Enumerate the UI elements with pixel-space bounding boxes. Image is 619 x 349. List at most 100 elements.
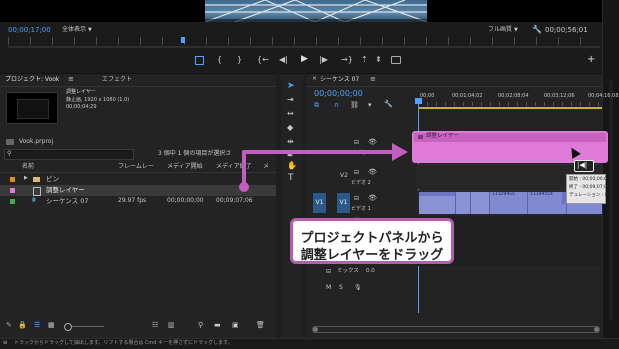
zoom-slider-handle[interactable] bbox=[64, 323, 72, 331]
row-media-start: 00;00;00;00 bbox=[167, 197, 204, 204]
razor-tool-icon[interactable]: ◆ bbox=[287, 124, 293, 132]
timeline-ruler[interactable]: 00;00 00;01;04;02 00;02;08;04 00;03;12;0… bbox=[418, 92, 619, 110]
playhead-handle[interactable] bbox=[415, 98, 422, 104]
chevron-down-icon: ▼ bbox=[513, 27, 518, 33]
track-sync-lock-icon[interactable]: ⊟ bbox=[354, 170, 359, 176]
table-row[interactable]: ▶ ビン bbox=[0, 174, 276, 185]
close-icon[interactable]: × bbox=[312, 76, 317, 82]
track-sync-lock-icon[interactable]: ⊟ bbox=[354, 140, 359, 146]
right-panel-edge bbox=[602, 0, 619, 338]
column-name[interactable]: 名前 bbox=[22, 164, 34, 170]
trash-icon[interactable]: 🗑 bbox=[256, 322, 265, 329]
add-marker-icon[interactable]: ▾ bbox=[368, 102, 372, 109]
monitor-scroll-track[interactable] bbox=[8, 46, 600, 48]
work-area-bar[interactable] bbox=[418, 107, 602, 109]
track-sync-lock-icon[interactable]: ⊟ bbox=[326, 269, 331, 275]
column-media-start[interactable]: メディア開始 bbox=[167, 164, 203, 170]
settings-wrench-icon[interactable]: 🔧 bbox=[384, 101, 393, 108]
scroll-handle-left[interactable] bbox=[313, 327, 318, 332]
fit-dropdown[interactable]: 全体表示 ▼ bbox=[62, 27, 92, 33]
timeline-timecode[interactable]: 00;00;00;00 bbox=[314, 90, 363, 98]
pen-tool-icon[interactable]: ✒ bbox=[287, 152, 294, 160]
track-select-tool-icon[interactable]: ⇥ bbox=[287, 96, 294, 104]
track-sync-lock-icon[interactable]: ⊟ bbox=[354, 196, 359, 202]
go-to-in-icon[interactable]: {← bbox=[257, 56, 269, 64]
column-extra[interactable]: メ bbox=[263, 164, 269, 170]
quality-dropdown[interactable]: フル画質 ▼ bbox=[488, 27, 518, 33]
project-tabs: プロジェクト: Vook ≡ エフェクト bbox=[0, 74, 276, 87]
project-search-field[interactable]: ⚲ bbox=[4, 149, 134, 160]
eye-icon[interactable]: 👁 bbox=[368, 139, 377, 146]
project-column-headers: 名前 フレームレー メディア開始 メディア終了 メ bbox=[0, 162, 276, 173]
hamburger-menu-icon[interactable]: ≡ bbox=[68, 76, 74, 83]
wrench-icon[interactable]: 🔧 bbox=[532, 26, 542, 34]
list-view-icon[interactable]: ☰ bbox=[34, 322, 40, 329]
row-media-end: 00;09;07;06 bbox=[216, 197, 253, 204]
adjustment-layer-clip-ghost[interactable]: 調整レイヤー bbox=[412, 131, 608, 163]
column-frame-rate[interactable]: フレームレー bbox=[118, 164, 154, 170]
eye-icon[interactable]: 👁 bbox=[368, 195, 377, 202]
monitor-video-frame bbox=[205, 0, 427, 22]
camera-icon[interactable] bbox=[391, 56, 401, 64]
insert-cursor-glyph: |◀| bbox=[577, 161, 588, 169]
linked-selection-icon[interactable]: ⛓ bbox=[350, 102, 359, 109]
type-tool-icon[interactable]: T bbox=[288, 174, 294, 183]
mute-icon[interactable]: M bbox=[326, 285, 331, 291]
table-row[interactable]: ⩩ シーケンス 07 29.97 fps 00;00;00;00 00;09;0… bbox=[0, 196, 276, 207]
track-label[interactable]: V2 bbox=[340, 173, 348, 179]
clip-label: 11329955 bbox=[492, 192, 515, 197]
hamburger-menu-icon[interactable]: ≡ bbox=[370, 76, 376, 83]
pencil-icon[interactable]: ✎ bbox=[6, 322, 12, 329]
hand-tool-icon[interactable]: ✋ bbox=[287, 162, 297, 170]
slip-tool-icon[interactable]: ⇹ bbox=[287, 138, 294, 146]
sort-icon[interactable]: ☷ bbox=[152, 322, 158, 329]
scroll-handle-right[interactable] bbox=[594, 327, 599, 332]
mix-value: 0.0 bbox=[366, 268, 375, 274]
v1-clip[interactable]: 11329955 bbox=[490, 192, 528, 214]
step-back-icon[interactable]: ◀| bbox=[279, 56, 288, 64]
icon-view-icon[interactable]: ▦ bbox=[48, 322, 55, 329]
tab-effects[interactable]: エフェクト bbox=[102, 77, 132, 83]
in-point-icon[interactable]: { bbox=[217, 56, 222, 64]
marker-icon[interactable] bbox=[195, 56, 204, 65]
monitor-playhead[interactable] bbox=[181, 37, 185, 43]
find-icon[interactable]: ⚲ bbox=[198, 322, 203, 329]
timeline-horizontal-scrollbar[interactable] bbox=[312, 326, 600, 333]
ruler-tick-label: 00;02;08;04 bbox=[498, 93, 529, 99]
new-bin-icon[interactable]: ▬ bbox=[214, 322, 221, 329]
ripple-edit-tool-icon[interactable]: ↔ bbox=[287, 110, 294, 118]
lift-icon[interactable]: ⇡ bbox=[361, 56, 368, 64]
monitor-current-timecode[interactable]: 00;00;17;00 bbox=[8, 27, 51, 34]
table-row-selected[interactable]: 調整レイヤー bbox=[0, 185, 276, 196]
v1-clip[interactable] bbox=[419, 192, 456, 214]
play-icon[interactable]: ▶ bbox=[301, 55, 308, 64]
chevron-right-icon[interactable]: ▶ bbox=[24, 176, 28, 181]
column-media-end[interactable]: メディア終了 bbox=[216, 164, 252, 170]
label-color-swatch bbox=[10, 188, 15, 193]
new-item-icon[interactable]: ▣ bbox=[232, 322, 239, 329]
eye-icon[interactable]: 👁 bbox=[368, 169, 377, 176]
nest-icon[interactable]: ⧉ bbox=[314, 102, 319, 109]
extract-icon[interactable]: ⇞ bbox=[375, 56, 382, 64]
go-to-out-icon[interactable]: →} bbox=[341, 56, 353, 64]
v1-clip[interactable] bbox=[456, 192, 471, 214]
track-name: ビデオ 2 bbox=[351, 180, 371, 186]
monitor-mini-ruler[interactable] bbox=[8, 37, 600, 45]
step-forward-icon[interactable]: |▶ bbox=[319, 56, 328, 64]
lock-icon[interactable]: 🔒 bbox=[18, 322, 27, 329]
solo-icon[interactable]: S bbox=[339, 285, 343, 291]
tab-project[interactable]: プロジェクト: Vook bbox=[5, 77, 59, 83]
add-button-icon[interactable]: + bbox=[587, 55, 595, 65]
mic-icon[interactable]: 🎙 bbox=[354, 285, 362, 291]
status-message: トラックからドラッグして抽出します。リフトする場合は Cmd キーを押さずにドラ… bbox=[14, 340, 233, 346]
v1-clip[interactable] bbox=[471, 192, 490, 214]
snap-icon[interactable]: ∩ bbox=[334, 102, 339, 109]
zoom-slider[interactable] bbox=[64, 323, 104, 331]
track-label[interactable]: V1 bbox=[337, 193, 350, 213]
selection-tool-icon[interactable]: ➤ bbox=[287, 82, 295, 91]
tab-sequence[interactable]: シーケンス 07 bbox=[320, 77, 359, 83]
tooltip-end: 終了 : 00;09;07;06 bbox=[569, 185, 610, 190]
source-patch-v1[interactable]: V1 bbox=[313, 193, 326, 213]
out-point-icon[interactable]: } bbox=[237, 56, 242, 64]
automate-icon[interactable]: ▥ bbox=[168, 322, 175, 329]
